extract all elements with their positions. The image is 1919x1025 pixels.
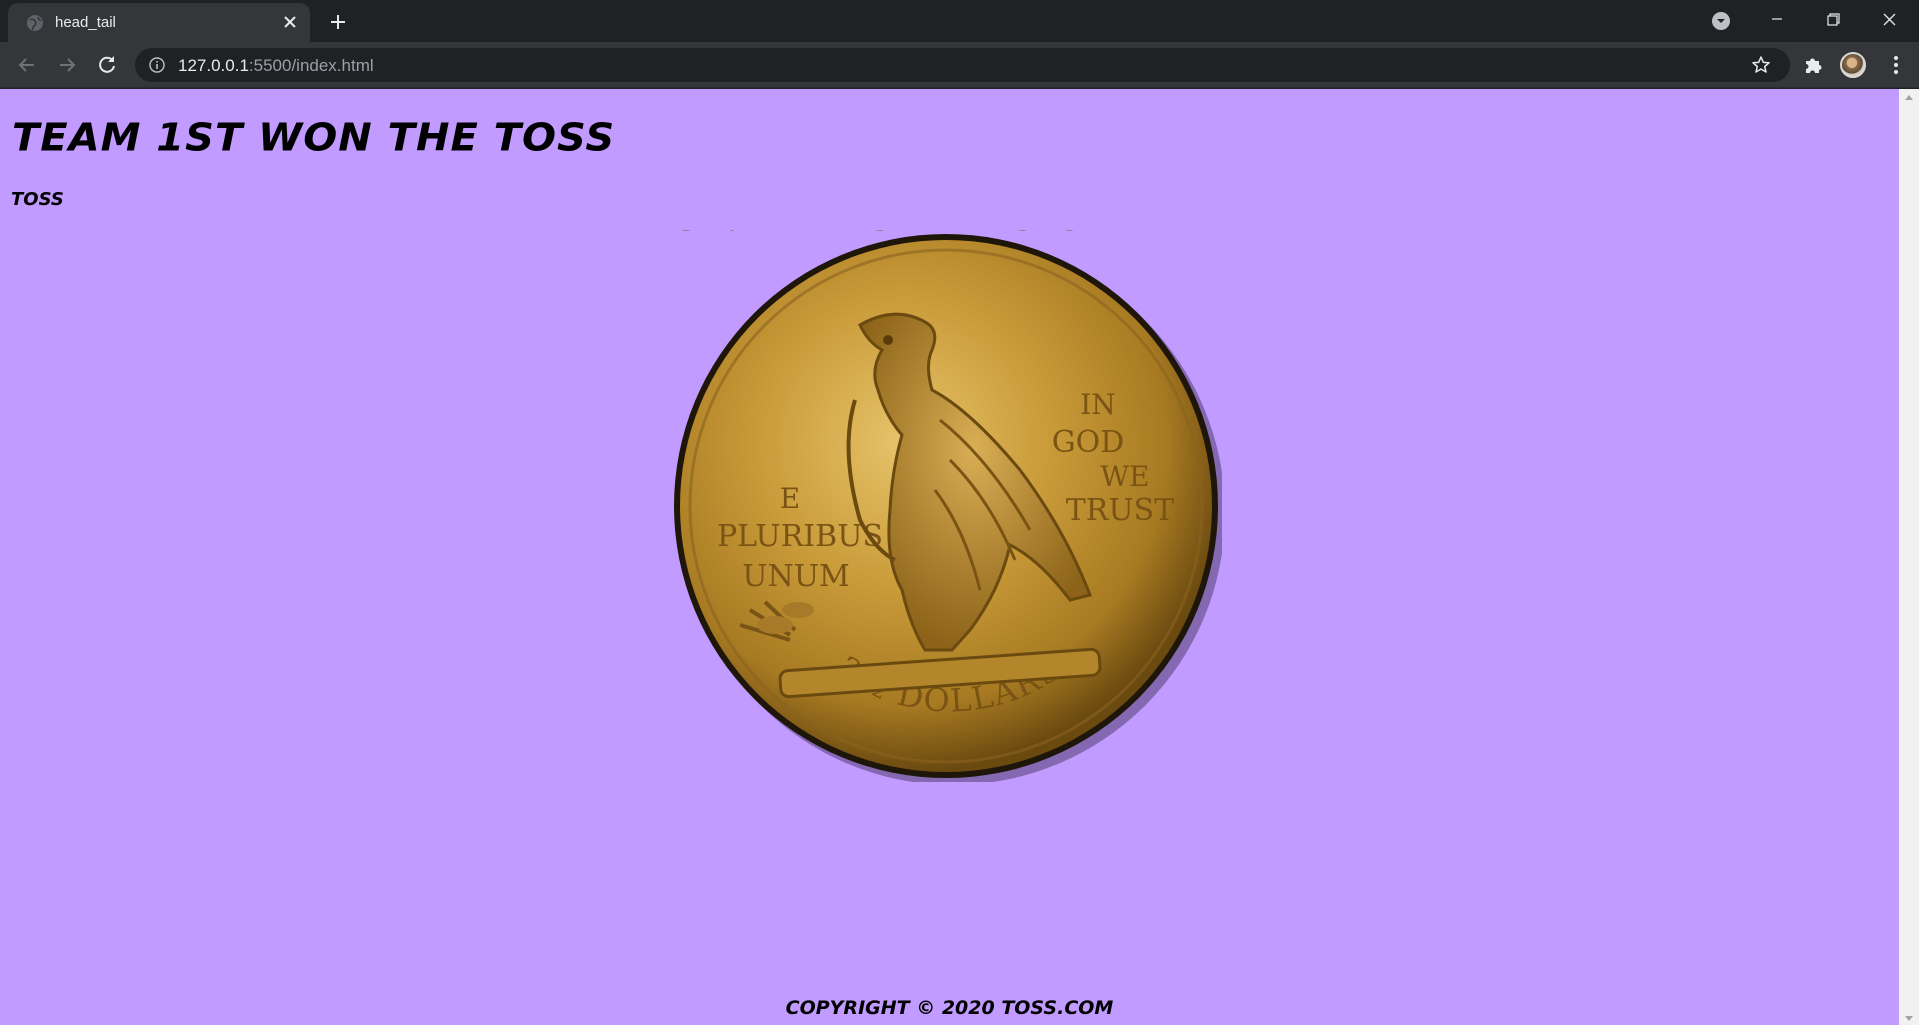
coin-motto-we: WE — [1100, 460, 1149, 493]
page-viewport: Team 1st won the toss toss UNITED STATES… — [0, 89, 1899, 1025]
url-host: 127.0.0.1 — [178, 56, 249, 75]
restore-icon[interactable] — [1810, 4, 1856, 36]
tab-head-tail[interactable]: head_tail — [8, 3, 310, 42]
info-icon[interactable] — [149, 57, 165, 73]
tab-search-icon[interactable] — [1710, 10, 1732, 32]
bookmark-star-icon[interactable] — [1751, 55, 1771, 75]
coin-motto-pluribus: PLURIBUS — [717, 519, 883, 554]
address-bar[interactable]: 127.0.0.1:5500/index.html — [135, 48, 1790, 82]
profile-avatar[interactable] — [1840, 52, 1866, 78]
toss-button[interactable]: toss — [11, 189, 64, 210]
coin-top-legend: UNITED STATES OF AMERICA — [670, 230, 1222, 239]
url-path: :5500/index.html — [248, 56, 374, 75]
reload-icon[interactable] — [93, 51, 121, 79]
globe-icon — [27, 15, 43, 31]
footer-copyright: Copyright © 2020 toss.com — [785, 997, 1114, 1019]
extensions-puzzle-icon[interactable] — [1801, 53, 1825, 77]
coin-tail-image: UNITED STATES OF AMERICA 2½ DOLLARS E PL… — [670, 230, 1222, 782]
back-arrow-icon[interactable] — [13, 51, 41, 79]
kebab-menu-icon[interactable] — [1884, 53, 1908, 77]
browser-toolbar: 127.0.0.1:5500/index.html — [0, 42, 1919, 88]
tab-title: head_tail — [55, 14, 116, 31]
coin-motto-in: IN — [1080, 388, 1116, 421]
coin-motto-unum: UNUM — [742, 559, 850, 594]
new-tab-button[interactable] — [324, 8, 352, 36]
url-text: 127.0.0.1:5500/index.html — [178, 56, 374, 76]
tab-close-icon[interactable] — [279, 11, 301, 33]
coin-motto-god: GOD — [1052, 425, 1125, 460]
coin-motto-trust: TRUST — [1066, 493, 1174, 528]
result-headline: Team 1st won the toss — [12, 116, 616, 160]
close-window-icon[interactable] — [1866, 4, 1912, 36]
forward-arrow-icon[interactable] — [53, 51, 81, 79]
minimize-icon[interactable] — [1754, 4, 1800, 36]
vertical-scrollbar[interactable] — [1899, 89, 1919, 1025]
coin-motto-e: E — [780, 482, 800, 515]
scroll-up-arrow-icon[interactable] — [1905, 95, 1913, 100]
scroll-down-arrow-icon[interactable] — [1905, 1016, 1913, 1021]
tab-strip: head_tail — [0, 0, 1919, 42]
